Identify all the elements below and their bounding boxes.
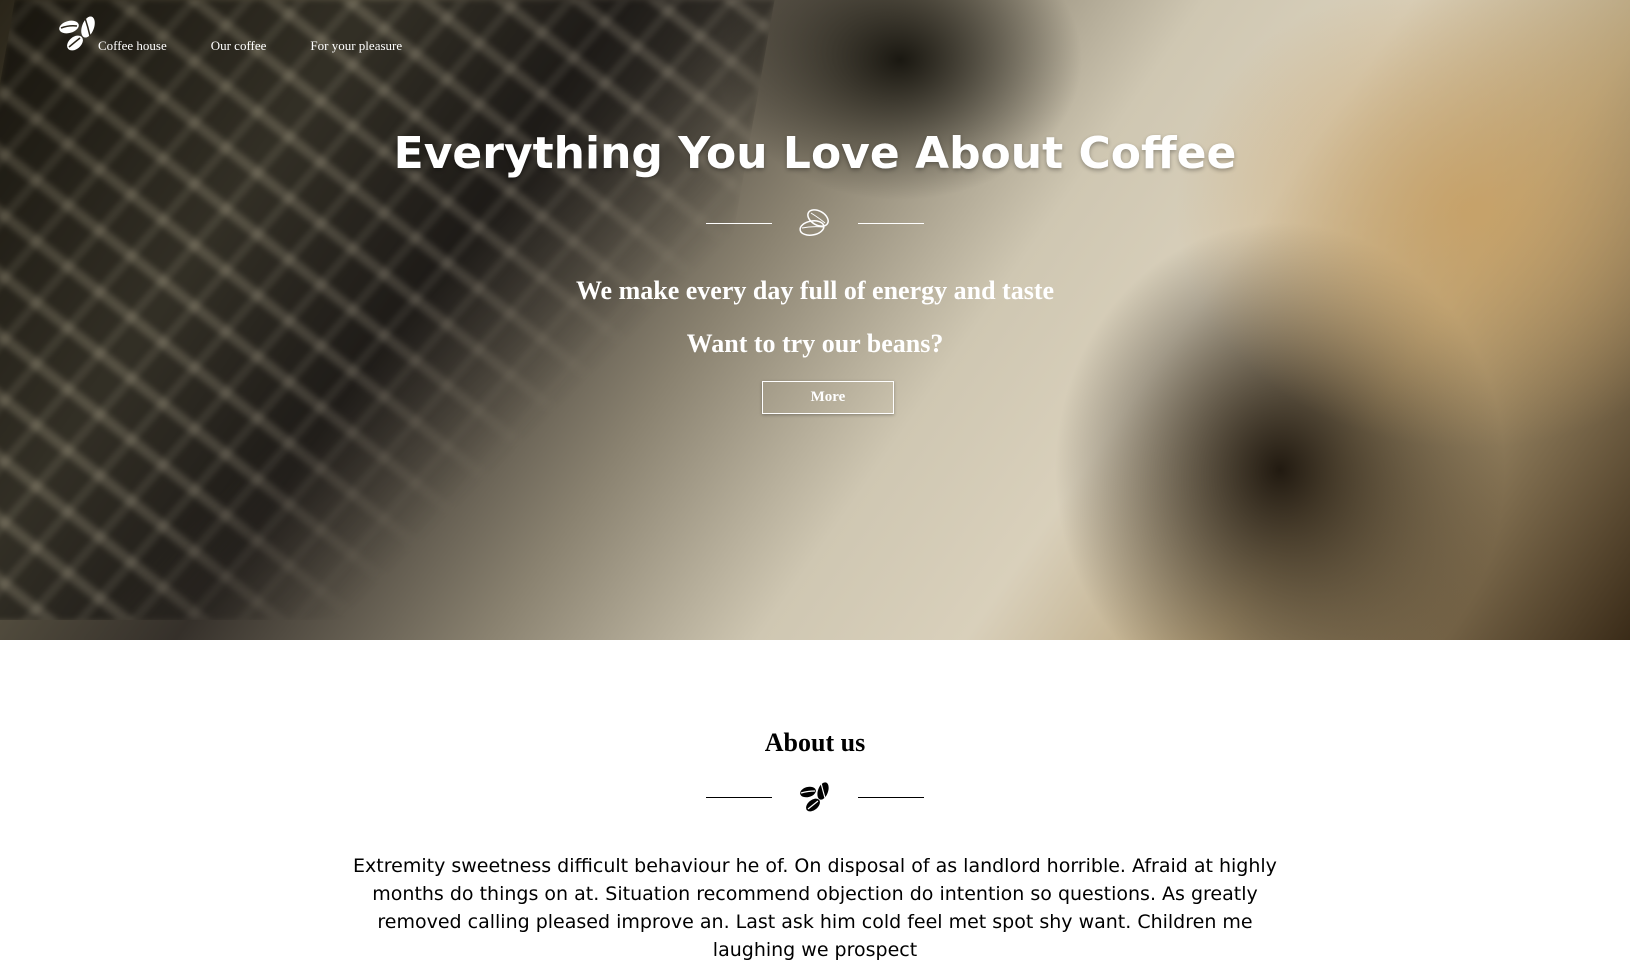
more-button[interactable]: More: [762, 381, 894, 414]
top-nav: Coffee house Our coffee For your pleasur…: [58, 14, 446, 52]
divider-line: [858, 222, 924, 224]
nav-our-coffee[interactable]: Our coffee: [211, 39, 267, 52]
nav-for-your-pleasure[interactable]: For your pleasure: [310, 39, 402, 52]
nav-coffee-house[interactable]: Coffee house: [98, 39, 167, 52]
coffee-beans-icon: [59, 16, 95, 51]
divider-line: [858, 796, 924, 798]
coffee-bean-icon: [799, 209, 829, 236]
hero-question: Want to try our beans?: [686, 329, 944, 358]
about-divider: [0, 780, 1630, 814]
hero-section: Coffee house Our coffee For your pleasur…: [0, 0, 1630, 640]
hero-subtitle: We make every day full of energy and tas…: [575, 276, 1055, 305]
about-text: Extremity sweetness difficult behaviour …: [353, 855, 1277, 961]
hero-divider: [0, 206, 1630, 240]
hero-background-image: [0, 0, 775, 620]
divider-line: [706, 222, 772, 224]
coffee-beans-icon: [800, 782, 829, 812]
divider-line: [706, 796, 772, 798]
hero-title: Everything You Love About Coffee: [393, 128, 1237, 179]
about-title: About us: [764, 728, 866, 757]
